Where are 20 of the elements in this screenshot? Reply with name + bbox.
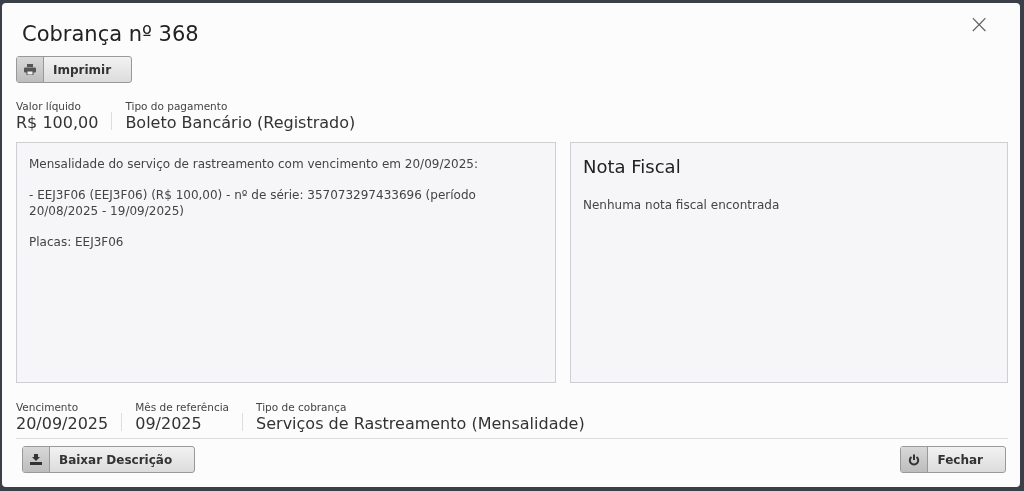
field-value: Boleto Bancário (Registrado) [125,113,356,132]
close-button[interactable]: × [968,11,990,37]
field-label: Tipo do pagamento [125,100,229,112]
field-value: Serviços de Rastreamento (Mensalidade) [256,414,585,433]
close-button[interactable]: Fechar [900,446,1006,473]
download-button[interactable]: Baixar Descrição [22,446,196,473]
dialog-title: Cobrança nº 368 [22,22,199,46]
field-value: 20/09/2025 [16,414,109,433]
description-text: - EEJ3F06 (EEJ3F06) (R$ 100,00) - nº de série: 357073297433696 (período 20/08/2025 - 19/09/2025) [29,187,477,219]
description-text: Mensalidade do serviço de rastreamento com vencimento em 20/09/2025: [29,156,480,172]
field-value: 09/2025 [135,414,203,433]
empty-message: Nenhuma nota fiscal encontrada [583,197,781,213]
print-button[interactable]: Imprimir [16,56,133,83]
description-text: Placas: EEJ3F06 [29,234,125,250]
field-value: R$ 100,00 [16,113,99,132]
panel-title: Nota Fiscal [583,156,682,177]
field-label: Valor líquido [16,100,82,112]
field-label: Tipo de cobrança [256,401,348,413]
field-label: Vencimento [16,401,80,413]
field-label: Mês de referência [135,401,230,413]
